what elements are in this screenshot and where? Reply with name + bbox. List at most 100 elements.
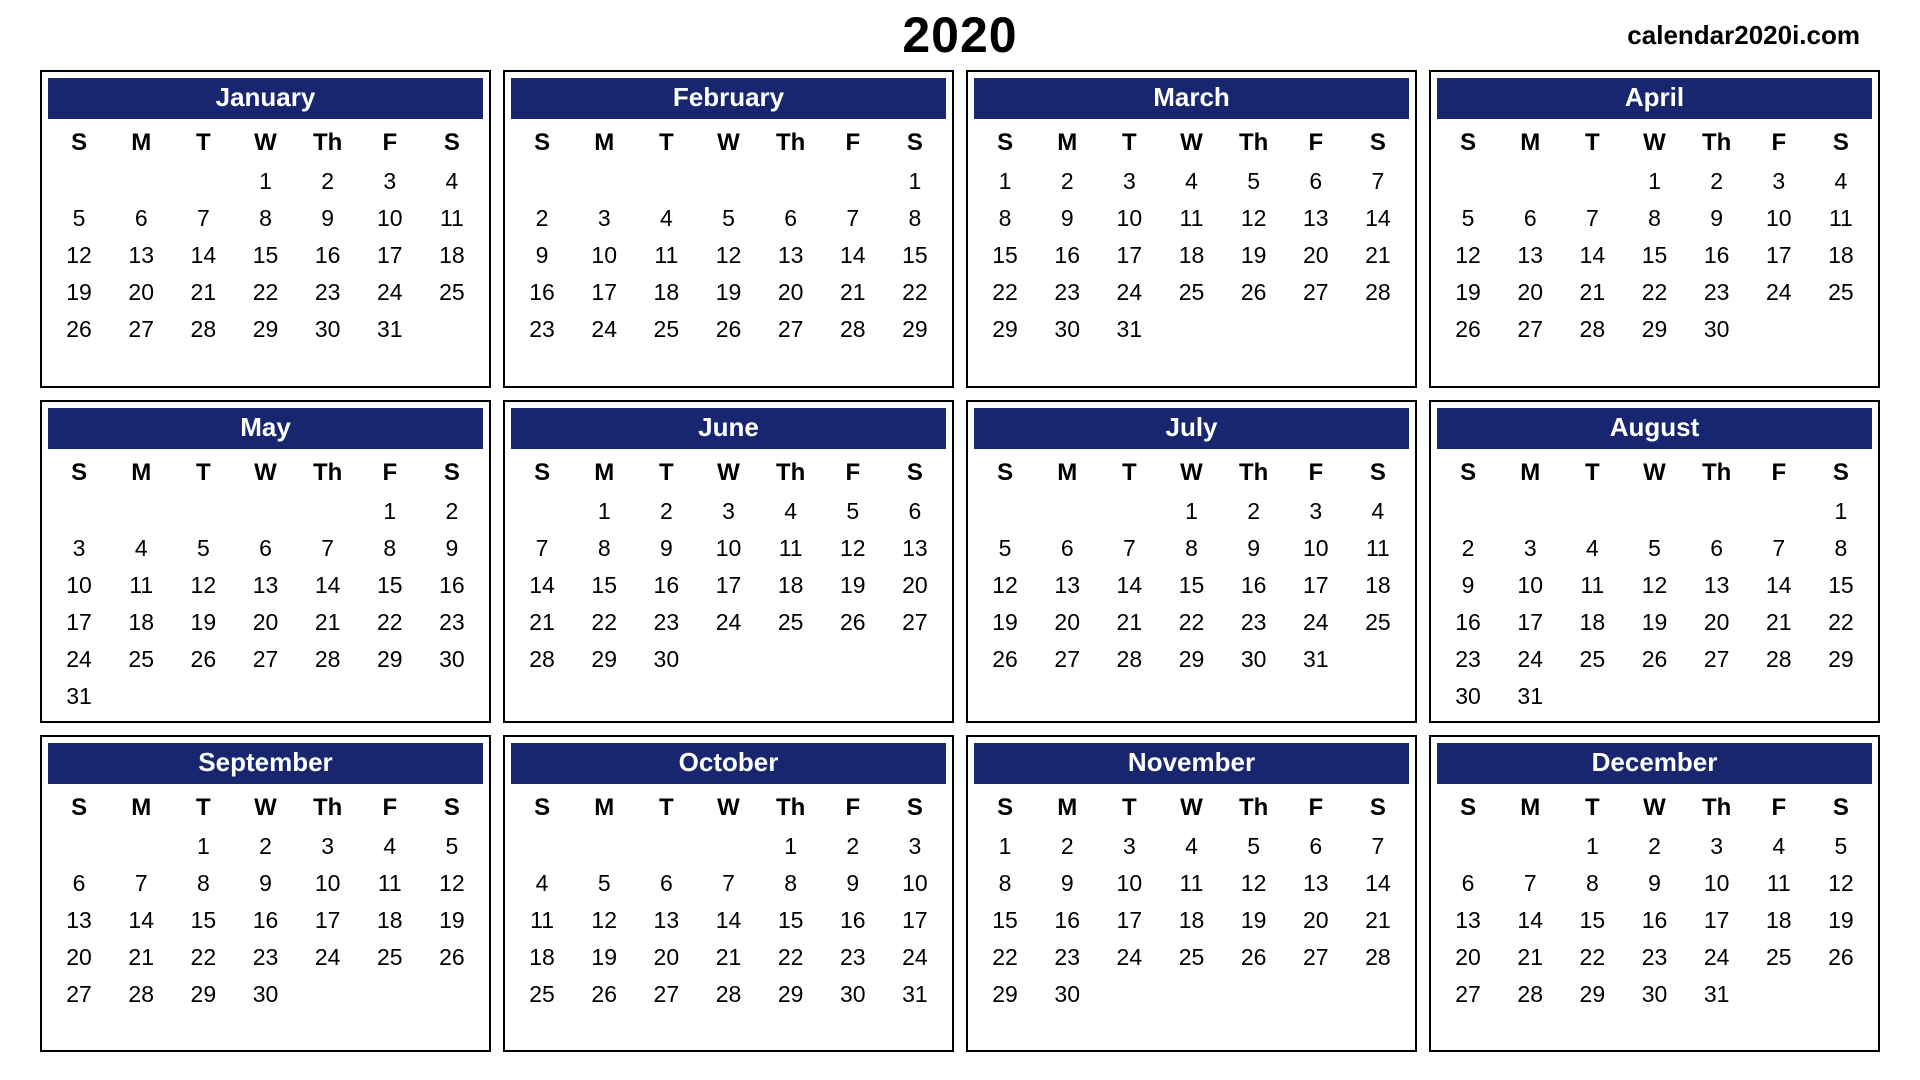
day-cell: 8 [1160,530,1222,567]
day-cell: 16 [421,567,483,604]
day-cell: 18 [1810,237,1872,274]
day-cell: 24 [1686,939,1748,976]
day-cell: 3 [573,200,635,237]
day-cell: 24 [48,641,110,678]
day-cell [1499,163,1561,200]
day-header: Th [1223,788,1285,828]
week-row: 12131415161718 [974,567,1409,604]
day-cell: 29 [172,976,234,1013]
day-cell: 26 [1810,939,1872,976]
day-cell: 9 [1036,865,1098,902]
week-row: 891011121314 [974,200,1409,237]
week-row: 19202122232425 [974,604,1409,641]
day-cell: 5 [1810,828,1872,865]
day-cell: 28 [297,641,359,678]
day-header: W [1623,123,1685,163]
day-cell: 7 [297,530,359,567]
day-cell: 6 [1499,200,1561,237]
day-header: S [421,453,483,493]
day-cell: 6 [760,200,822,237]
day-header: M [1036,788,1098,828]
day-cell: 1 [573,493,635,530]
day-cell: 15 [760,902,822,939]
day-cell: 15 [884,237,946,274]
day-cell [822,163,884,200]
day-cell [697,641,759,678]
day-cell [1810,678,1872,715]
month-block: JanuarySMTWThFS1234567891011121314151617… [40,70,491,388]
day-cell: 27 [1686,641,1748,678]
day-cell: 7 [1499,865,1561,902]
day-cell: 11 [1160,865,1222,902]
day-cell: 4 [421,163,483,200]
day-cell: 9 [635,530,697,567]
day-cell [297,976,359,1013]
day-cell [359,976,421,1013]
month-name: August [1437,408,1872,449]
day-cell: 2 [297,163,359,200]
day-header: W [697,788,759,828]
day-cell: 17 [48,604,110,641]
day-cell: 14 [511,567,573,604]
day-cell: 10 [884,865,946,902]
day-cell: 4 [1160,828,1222,865]
month-block: FebruarySMTWThFS123456789101112131415161… [503,70,954,388]
day-cell: 28 [1499,976,1561,1013]
day-cell: 30 [1623,976,1685,1013]
day-cell: 20 [234,604,296,641]
day-cell [110,493,172,530]
day-header: T [1561,123,1623,163]
day-cell: 25 [359,939,421,976]
day-cell: 1 [172,828,234,865]
day-cell: 9 [1623,865,1685,902]
day-cell: 28 [1561,311,1623,348]
month-block: DecemberSMTWThFS123456789101112131415161… [1429,735,1880,1053]
day-cell [573,828,635,865]
day-cell: 12 [697,237,759,274]
day-cell: 14 [297,567,359,604]
day-cell: 4 [1748,828,1810,865]
day-cell: 28 [172,311,234,348]
day-cell: 13 [48,902,110,939]
day-cell: 31 [884,976,946,1013]
day-cell: 22 [974,939,1036,976]
day-header-row: SMTWThFS [1437,453,1872,493]
day-cell: 16 [297,237,359,274]
day-cell: 30 [1036,976,1098,1013]
day-cell: 10 [697,530,759,567]
week-row: 2930 [974,976,1409,1013]
day-cell: 20 [48,939,110,976]
week-row: 13141516171819 [1437,902,1872,939]
day-cell [421,311,483,348]
day-header: W [1160,453,1222,493]
week-row: 1234567 [974,828,1409,865]
month-name: July [974,408,1409,449]
day-cell: 7 [1748,530,1810,567]
week-row: 19202122232425 [1437,274,1872,311]
day-cell: 6 [884,493,946,530]
day-header: F [1748,453,1810,493]
week-row: 2728293031 [1437,976,1872,1013]
day-cell: 22 [1561,939,1623,976]
day-cell: 6 [1285,163,1347,200]
day-cell: 23 [1623,939,1685,976]
day-cell: 21 [1098,604,1160,641]
week-row: 10111213141516 [48,567,483,604]
day-cell: 5 [1437,200,1499,237]
day-header: M [1499,788,1561,828]
week-row: 567891011 [48,200,483,237]
day-cell: 1 [974,828,1036,865]
day-cell: 18 [635,274,697,311]
day-cell [1160,976,1222,1013]
day-cell: 12 [1223,865,1285,902]
day-cell: 30 [421,641,483,678]
day-cell: 2 [822,828,884,865]
month-block: SeptemberSMTWThFS12345678910111213141516… [40,735,491,1053]
day-cell [1437,163,1499,200]
day-cell [172,493,234,530]
month-name: September [48,743,483,784]
day-cell: 16 [1036,902,1098,939]
day-cell: 26 [974,641,1036,678]
day-cell: 13 [1499,237,1561,274]
day-cell: 16 [1623,902,1685,939]
